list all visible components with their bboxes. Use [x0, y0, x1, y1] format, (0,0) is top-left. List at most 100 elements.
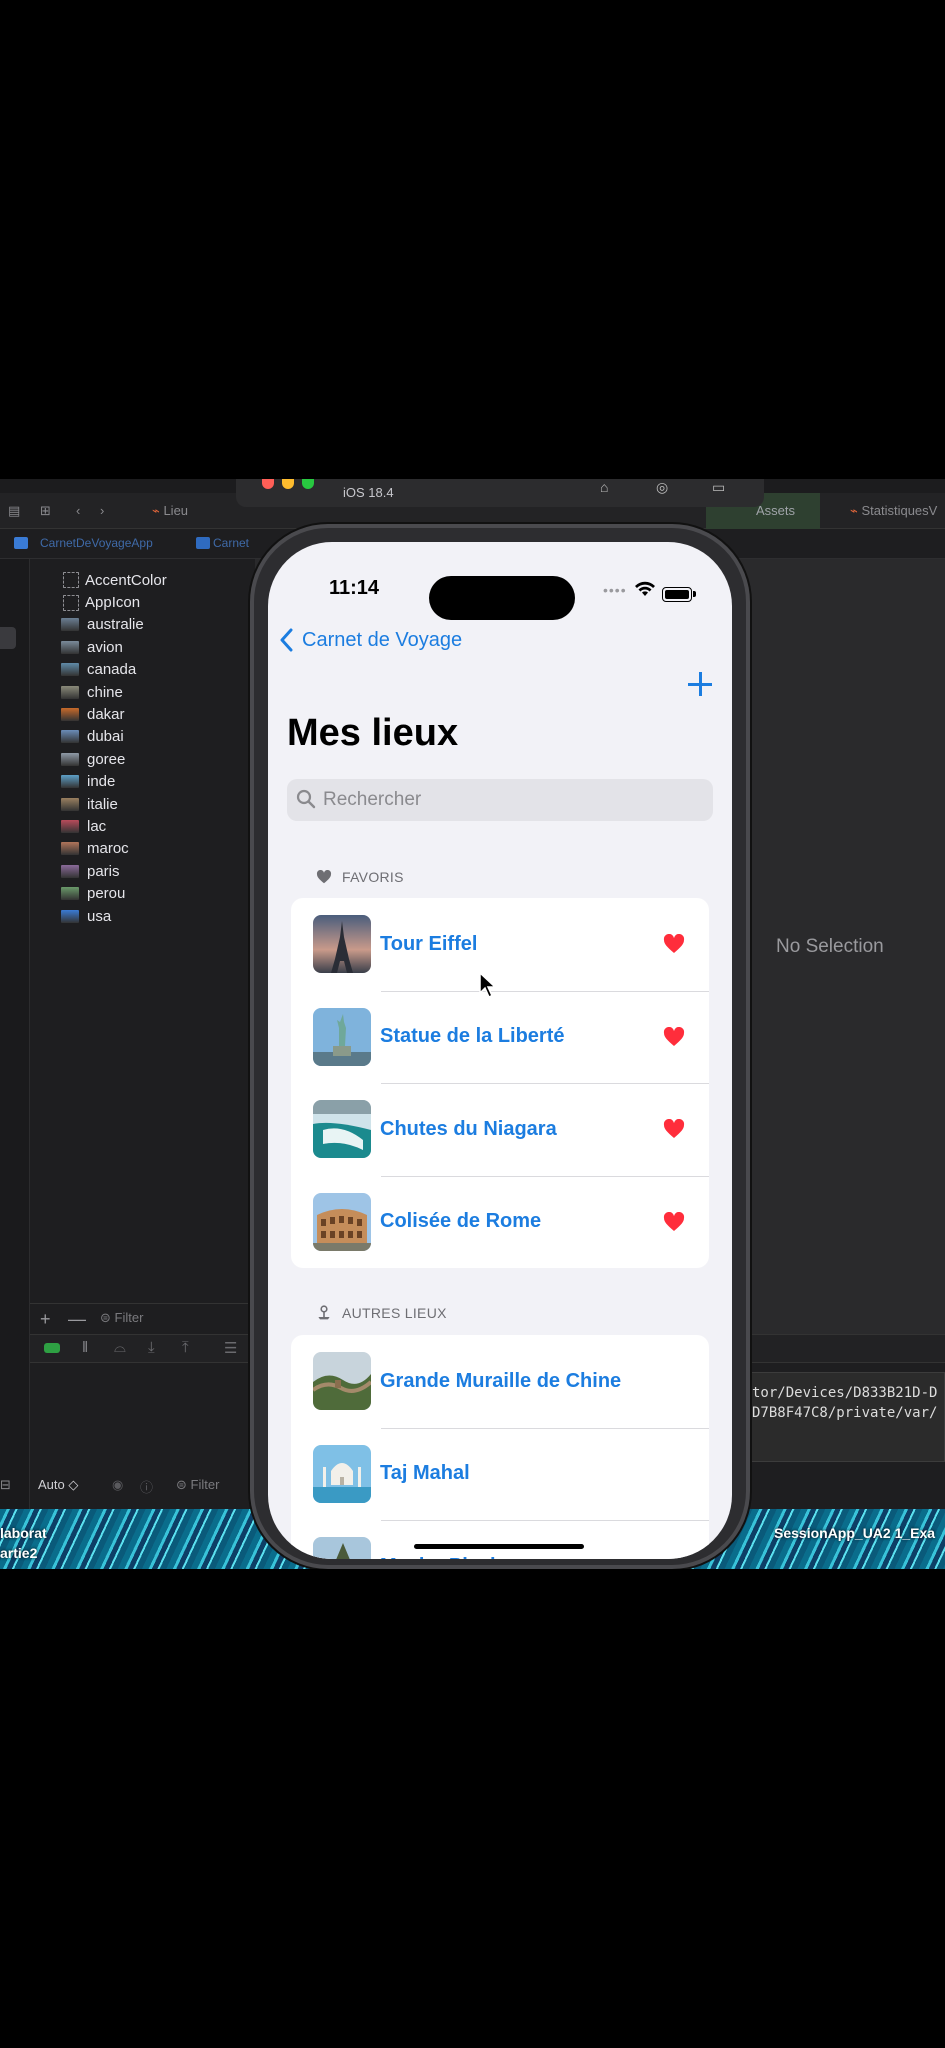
asset-item[interactable]: dakar — [32, 703, 167, 725]
asset-name: paris — [87, 862, 120, 880]
rotate-icon[interactable]: ▭ — [712, 479, 725, 496]
pin-icon — [318, 1305, 330, 1320]
minimize-window-button[interactable] — [282, 479, 294, 489]
add-place-button[interactable] — [688, 672, 712, 696]
niagara-thumbnail — [313, 1100, 371, 1159]
screenshot-icon[interactable]: ◎ — [656, 479, 668, 496]
console-output: tor/Devices/D833B21D-D D7B8F47C8/private… — [745, 1372, 945, 1462]
asset-item[interactable]: goree — [32, 748, 167, 770]
folder-icon — [196, 537, 210, 549]
asset-item[interactable]: italie — [32, 793, 167, 815]
desktop-file-label[interactable]: laborat — [0, 1525, 47, 1541]
breadcrumb-folder[interactable]: Carnet — [213, 536, 249, 550]
image-asset-icon — [61, 708, 79, 722]
place-row[interactable]: Machu Picchu — [291, 1520, 709, 1559]
favorite-heart-icon[interactable] — [663, 934, 685, 954]
heart-icon — [316, 870, 332, 884]
asset-name: canada — [87, 661, 137, 679]
favorite-heart-icon[interactable] — [663, 1119, 685, 1139]
back-button[interactable]: Carnet de Voyage — [278, 626, 462, 654]
add-asset-button[interactable]: + — [40, 1309, 51, 1330]
place-row[interactable]: Grande Muraille de Chine — [291, 1335, 709, 1428]
favorite-heart-icon[interactable] — [663, 1026, 685, 1047]
step-in-icon[interactable]: ⤓ — [148, 1339, 155, 1356]
home-button-icon[interactable]: ⌂ — [600, 479, 608, 495]
image-asset-icon — [61, 864, 79, 878]
liberty-thumbnail — [313, 1007, 371, 1066]
mouse-cursor-icon — [479, 971, 497, 999]
breadcrumb-project[interactable]: CarnetDeVoyageApp — [40, 536, 153, 550]
view-hierarchy-icon[interactable]: ☰ — [224, 1339, 237, 1357]
battery-tip — [693, 591, 696, 597]
asset-item[interactable]: canada — [32, 659, 167, 681]
favorites-list: Tour Eiffel Statue de la Liberté Chutes du… — [291, 898, 709, 1268]
console-line: D7B8F47C8/private/var/ — [752, 1405, 938, 1421]
asset-name: AppIcon — [85, 594, 141, 612]
asset-item[interactable]: australie — [32, 614, 167, 636]
swift-icon: ⌁ — [850, 503, 858, 518]
zoom-window-button[interactable] — [302, 479, 314, 489]
home-indicator[interactable] — [414, 1544, 584, 1549]
image-asset-icon — [61, 685, 79, 699]
sidebar-toggle-icon[interactable]: ▤ — [8, 493, 20, 529]
asset-name: goree — [87, 750, 126, 768]
desktop-file-label[interactable]: artie2 — [0, 1545, 37, 1561]
asset-item[interactable]: avion — [32, 636, 167, 658]
variables-filter-field[interactable]: ⊜ Filter — [176, 1477, 219, 1493]
simulator-titlebar: iOS 18.4 ⌂ ◎ ▭ — [236, 479, 764, 507]
navigator-filter-bar: + — ⊜ Filter — [30, 1303, 255, 1335]
place-name: Colisée de Rome — [380, 1210, 542, 1233]
place-row[interactable]: Taj Mahal — [291, 1427, 709, 1521]
search-field[interactable]: Rechercher — [287, 779, 713, 821]
machu-picchu-thumbnail — [313, 1537, 371, 1559]
back-button-label: Carnet de Voyage — [302, 628, 463, 651]
favorite-heart-icon[interactable] — [663, 1211, 685, 1232]
variables-scope-select[interactable]: Auto ◇ — [38, 1477, 78, 1493]
others-section-header: AUTRES LIEUX — [316, 1305, 447, 1321]
close-window-button[interactable] — [262, 479, 274, 489]
filter-icon: ⊜ — [176, 1477, 187, 1492]
image-asset-icon — [61, 842, 79, 856]
asset-name: lac — [87, 817, 107, 835]
step-over-icon[interactable]: ⌓ — [114, 1339, 126, 1356]
asset-item[interactable]: dubai — [32, 726, 167, 748]
breakpoints-toggle-icon[interactable] — [44, 1343, 60, 1353]
swift-icon: ⌁ — [152, 503, 160, 518]
colosseum-thumbnail — [313, 1192, 371, 1251]
asset-item[interactable]: AppIcon — [32, 591, 167, 613]
tab-lieu[interactable]: ⌁ Lieu — [152, 493, 188, 529]
asset-item[interactable]: usa — [32, 905, 167, 927]
place-row[interactable]: Colisée de Rome — [291, 1175, 709, 1269]
eye-icon[interactable]: ◉ — [112, 1477, 123, 1493]
console-toggle-icon[interactable]: ⊟ — [0, 1477, 11, 1493]
back-nav-icon[interactable]: ‹ — [76, 493, 80, 529]
asset-item[interactable]: lac — [32, 815, 167, 837]
place-row[interactable]: Tour Eiffel — [291, 898, 709, 991]
asset-item[interactable]: perou — [32, 882, 167, 904]
asset-item[interactable]: paris — [32, 860, 167, 882]
pause-icon[interactable]: ‖ — [82, 1339, 88, 1356]
asset-name: inde — [87, 773, 116, 791]
grid-icon[interactable]: ⊞ — [40, 493, 51, 529]
navigator-filter-field[interactable]: ⊜ Filter — [100, 1310, 250, 1330]
forward-nav-icon[interactable]: › — [100, 493, 104, 529]
asset-item[interactable]: maroc — [32, 838, 167, 860]
asset-item[interactable]: AccentColor — [32, 569, 167, 591]
asset-item[interactable]: inde — [32, 771, 167, 793]
step-out-icon[interactable]: ⤒ — [182, 1339, 189, 1356]
place-row[interactable]: Chutes du Niagara — [291, 1083, 709, 1176]
place-name: Grande Muraille de Chine — [380, 1369, 622, 1392]
remove-asset-button[interactable]: — — [68, 1309, 86, 1330]
asset-item[interactable]: chine — [32, 681, 167, 703]
inspector-gutter — [0, 559, 30, 1569]
app-screen: 11:14 •••• Carnet de Voyage Mes lieux Re… — [268, 542, 732, 1559]
gutter-handle[interactable] — [0, 627, 16, 649]
info-icon[interactable]: ⓘ — [140, 1477, 153, 1496]
place-name: Taj Mahal — [380, 1462, 470, 1485]
tab-statistiques[interactable]: ⌁ StatistiquesV — [850, 493, 937, 529]
asset-name: dubai — [87, 728, 124, 746]
place-row[interactable]: Statue de la Liberté — [291, 990, 709, 1084]
console-line: tor/Devices/D833B21D-D — [752, 1385, 938, 1401]
asset-name: italie — [87, 795, 118, 813]
desktop-file-label[interactable]: SessionApp_UA2 1_Exa — [774, 1525, 935, 1541]
